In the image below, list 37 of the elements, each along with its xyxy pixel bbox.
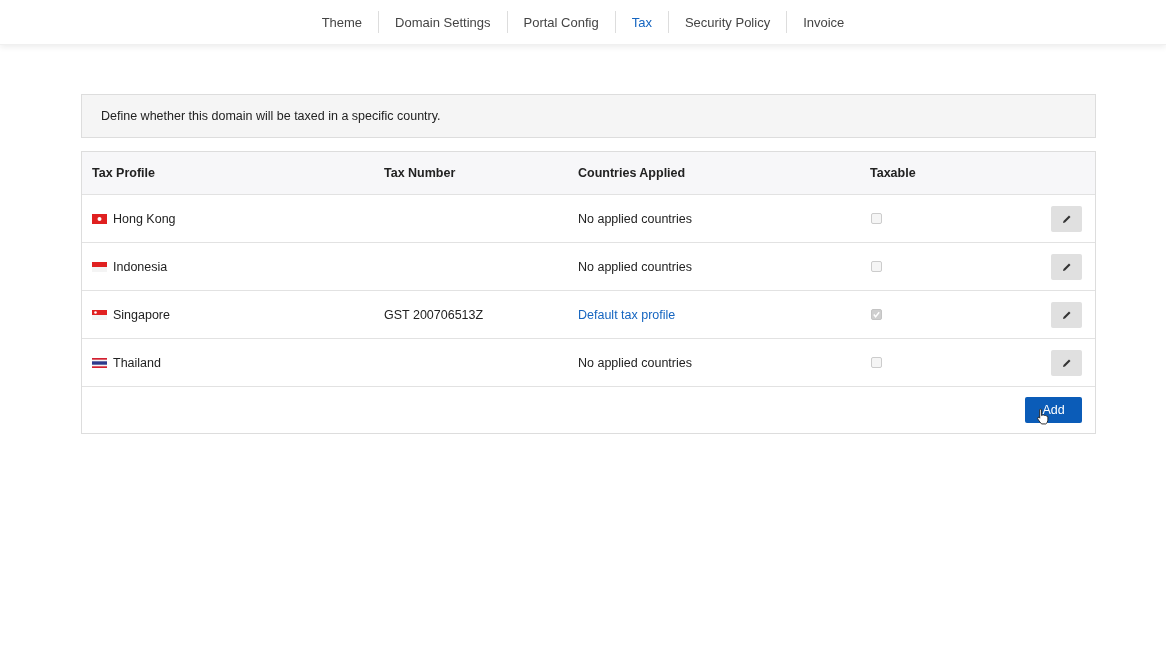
tab[interactable]: Domain Settings (379, 14, 507, 30)
pencil-icon (1061, 357, 1072, 368)
countries-text: No applied countries (578, 211, 692, 226)
column-header: Taxable (869, 166, 917, 180)
edit-button[interactable] (1051, 205, 1082, 232)
tab[interactable]: Tax (615, 14, 668, 30)
profile-name: Singapore (113, 307, 170, 322)
countries-text: No applied countries (578, 355, 692, 370)
default-profile-link[interactable]: Default tax profile (578, 307, 676, 322)
tab[interactable]: Portal Config (507, 14, 615, 30)
edit-button[interactable] (1051, 349, 1082, 376)
taxable-checkbox[interactable] (871, 357, 882, 368)
edit-button[interactable] (1051, 253, 1082, 280)
pencil-icon (1061, 261, 1072, 272)
column-header: Tax Profile (91, 166, 156, 180)
column-header: Countries Applied (577, 166, 687, 180)
pencil-icon (1061, 309, 1072, 320)
taxable-checkbox[interactable] (871, 309, 882, 320)
flag-icon (92, 213, 107, 224)
pencil-icon (1061, 213, 1072, 224)
profile-name: Hong Kong (113, 211, 176, 226)
taxable-checkbox[interactable] (871, 213, 882, 224)
info-notice: Define whether this domain will be taxed in a specific country. (81, 94, 1096, 138)
flag-icon (92, 261, 107, 272)
tab[interactable]: Theme (305, 14, 379, 30)
taxable-checkbox[interactable] (871, 261, 882, 272)
column-header: Tax Number (383, 166, 457, 180)
profile-name: Thailand (113, 355, 161, 370)
countries-text: No applied countries (578, 259, 692, 274)
add-button[interactable]: Add (1025, 397, 1082, 423)
edit-button[interactable] (1051, 301, 1082, 328)
tab[interactable]: Security Policy (668, 14, 787, 30)
tab[interactable]: Invoice (787, 14, 861, 30)
profile-name: Indonesia (113, 259, 168, 274)
flag-icon (92, 357, 107, 368)
flag-icon (92, 309, 107, 320)
tax-number: GST 200706513Z (384, 307, 484, 322)
